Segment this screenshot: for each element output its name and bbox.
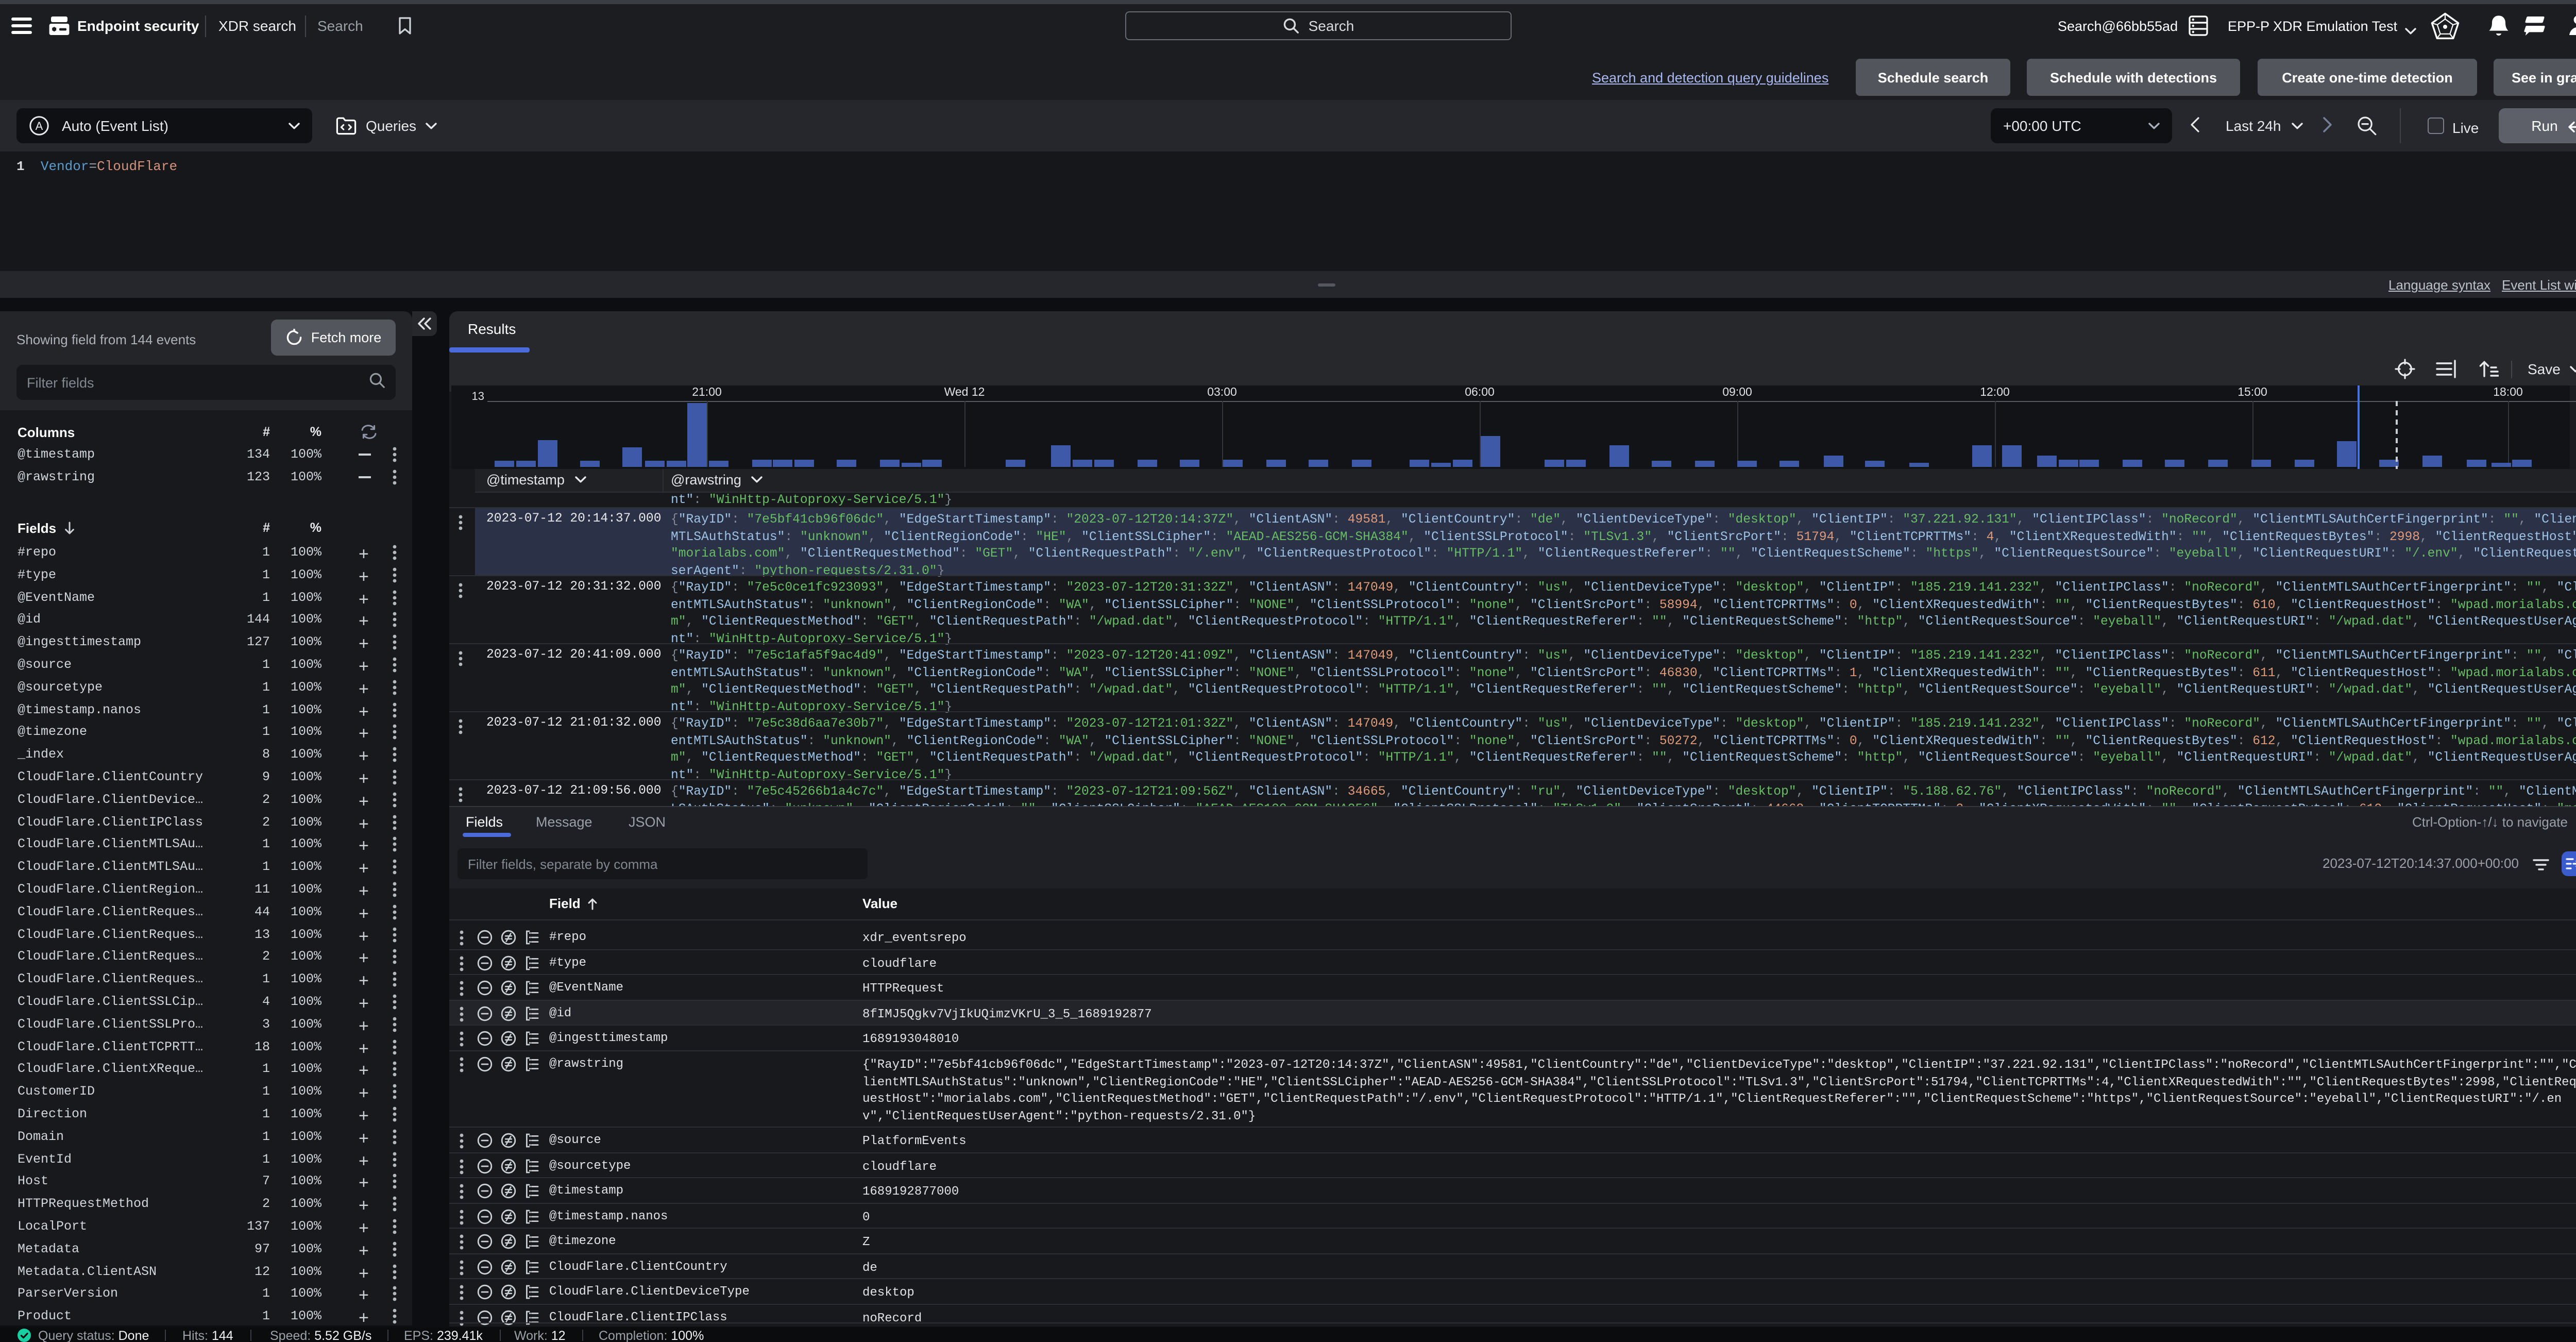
svg-text:A: A: [36, 120, 43, 132]
